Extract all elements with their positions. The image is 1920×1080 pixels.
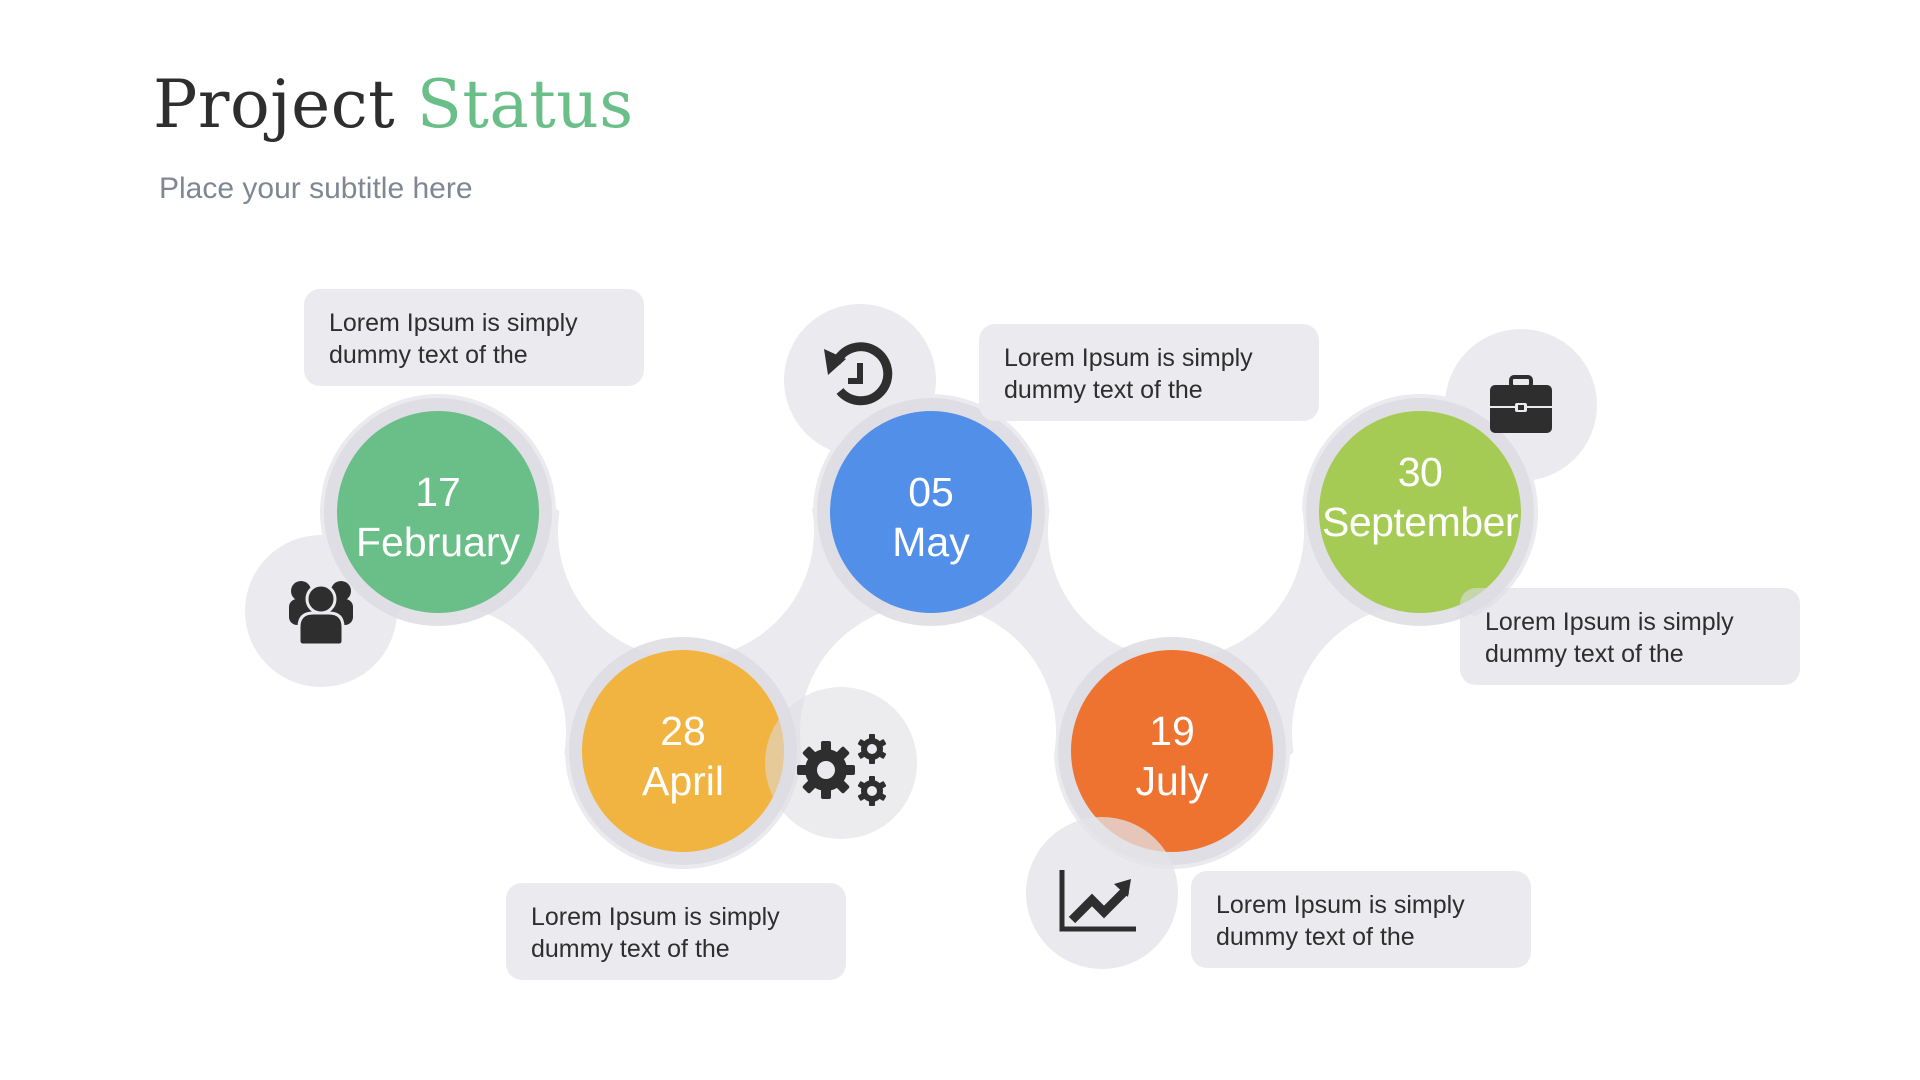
milestone-note-july: Lorem Ipsum is simply dummy text of the (1191, 871, 1531, 968)
note-line: Lorem Ipsum is simply (1485, 608, 1734, 636)
milestone-date-july: 19 July (1071, 706, 1273, 806)
note-line: Lorem Ipsum is simply (1216, 891, 1465, 919)
note-line: Lorem Ipsum is simply (1004, 344, 1253, 372)
note-line: dummy text of the (531, 935, 730, 963)
milestone-day: 30 (1397, 449, 1443, 495)
milestone-day: 05 (908, 469, 954, 515)
milestone-note-september: Lorem Ipsum is simply dummy text of the (1460, 588, 1800, 685)
note-line: Lorem Ipsum is simply (329, 309, 578, 337)
milestone-date-february: 17 February (337, 467, 539, 567)
milestone-date-april: 28 April (582, 706, 784, 806)
milestone-month: September (1321, 499, 1519, 545)
note-line: Lorem Ipsum is simply (531, 903, 780, 931)
milestone-month: May (892, 519, 970, 565)
note-line: dummy text of the (1216, 923, 1415, 951)
milestone-month: February (355, 519, 521, 565)
note-line: dummy text of the (1004, 376, 1203, 404)
milestone-day: 17 (415, 469, 461, 515)
milestone-note-february: Lorem Ipsum is simply dummy text of the (304, 289, 644, 386)
briefcase-icon (1490, 375, 1552, 433)
milestone-day: 19 (1149, 708, 1195, 754)
note-line: dummy text of the (329, 341, 528, 369)
milestone-note-april: Lorem Ipsum is simply dummy text of the (506, 883, 846, 980)
milestone-date-may: 05 May (830, 467, 1032, 567)
milestone-note-may: Lorem Ipsum is simply dummy text of the (979, 324, 1319, 421)
milestone-date-september: 30 September (1319, 447, 1521, 547)
users-icon (289, 581, 353, 647)
milestone-month: April (641, 758, 725, 804)
band-cutout (1048, 403, 1304, 659)
milestone-month: July (1135, 758, 1209, 804)
milestone-day: 28 (660, 708, 706, 754)
note-line: dummy text of the (1485, 640, 1684, 668)
band-cutout (558, 403, 814, 659)
icon-bubble-chart-tint (1026, 817, 1178, 969)
